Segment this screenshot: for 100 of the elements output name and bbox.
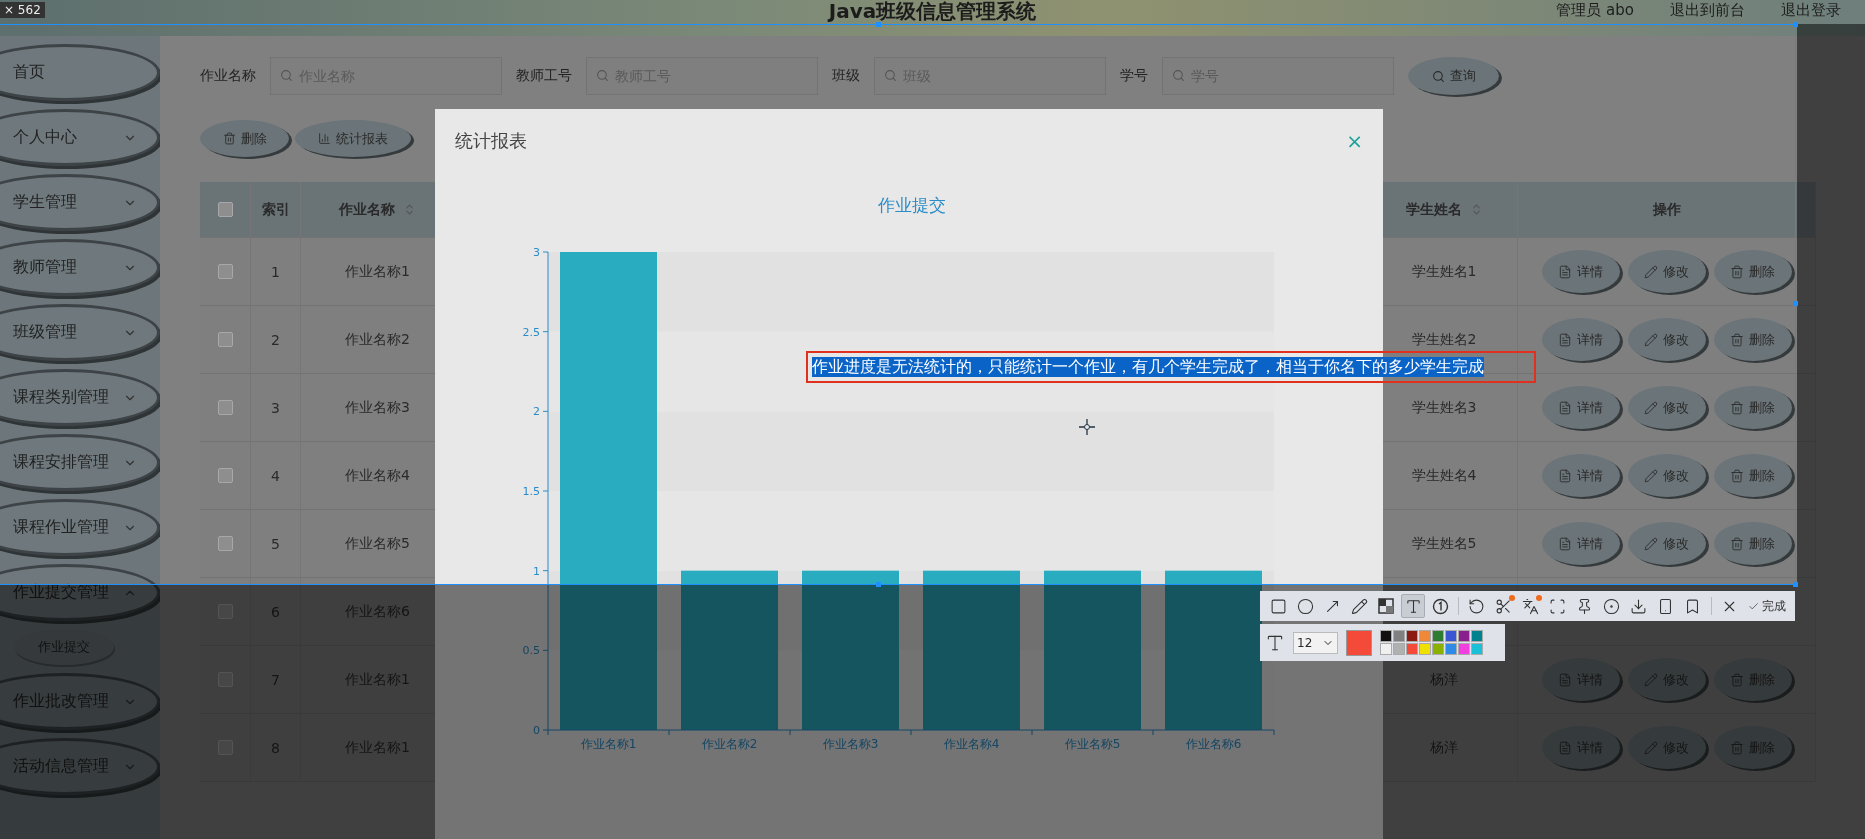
- delete-button[interactable]: 删除: [1713, 522, 1792, 565]
- detail-button[interactable]: 详情: [1541, 250, 1620, 293]
- header-link[interactable]: 退出登录: [1781, 0, 1841, 20]
- category-label: 作业名称3: [822, 737, 879, 751]
- detail-button[interactable]: 详情: [1541, 318, 1620, 361]
- edit-icon: [1644, 264, 1658, 279]
- color-swatch[interactable]: [1458, 643, 1470, 655]
- row-checkbox[interactable]: [217, 468, 233, 483]
- tick-label: 1.5: [522, 485, 540, 498]
- delete-icon: [1730, 536, 1744, 551]
- resize-handle[interactable]: [1793, 22, 1798, 27]
- text-icon: [1404, 597, 1422, 615]
- edit-button[interactable]: 修改: [1627, 454, 1706, 497]
- color-swatch[interactable]: [1419, 630, 1431, 642]
- current-color-swatch[interactable]: [1346, 629, 1372, 656]
- color-swatch[interactable]: [1471, 643, 1483, 655]
- detail-button[interactable]: 详情: [1541, 522, 1620, 565]
- table-cell: 1: [271, 263, 280, 280]
- done-button[interactable]: 完成: [1744, 594, 1789, 618]
- column-header: 作业名称: [339, 200, 395, 219]
- resize-handle[interactable]: [1793, 301, 1798, 306]
- search-icon: [280, 69, 293, 82]
- filter-label: 学号: [1120, 67, 1148, 85]
- table-cell: 学生姓名4: [1411, 466, 1477, 485]
- sidebar-item[interactable]: 个人中心: [0, 109, 160, 166]
- sidebar-item[interactable]: 班级管理: [0, 304, 160, 361]
- report-button[interactable]: 统计报表: [295, 120, 411, 157]
- table-cell: 3: [271, 399, 280, 416]
- sidebar-item[interactable]: 学生管理: [0, 174, 160, 231]
- row-checkbox[interactable]: [217, 400, 233, 415]
- font-size-select[interactable]: 12: [1293, 631, 1338, 654]
- sidebar-item[interactable]: 首页: [0, 44, 160, 101]
- sidebar-item[interactable]: 课程作业管理: [0, 499, 160, 556]
- tick-label: 2.5: [522, 325, 540, 339]
- delete-icon: [1730, 264, 1744, 279]
- row-checkbox[interactable]: [217, 332, 233, 347]
- record-icon: [1603, 597, 1621, 615]
- header-link[interactable]: 管理员 abo: [1556, 0, 1634, 20]
- edit-icon: [1644, 740, 1658, 755]
- row-checkbox[interactable]: [217, 536, 233, 551]
- detail-button[interactable]: 详情: [1541, 386, 1620, 429]
- notification-dot: [1535, 595, 1542, 601]
- column-header: 索引: [261, 200, 290, 219]
- crosshair-cursor-icon: [1079, 419, 1095, 435]
- row-checkbox[interactable]: [217, 264, 233, 279]
- color-swatch[interactable]: [1445, 630, 1457, 642]
- detail-icon: [1558, 332, 1572, 347]
- color-swatch[interactable]: [1432, 630, 1444, 642]
- delete-button[interactable]: 删除: [1713, 454, 1792, 497]
- toolbar-button[interactable]: [1401, 594, 1425, 618]
- detail-button[interactable]: 详情: [1541, 454, 1620, 497]
- table-cell: 5: [271, 535, 280, 552]
- delete-icon: [1730, 468, 1744, 483]
- chart-title: 作业提交: [878, 195, 946, 215]
- select-all-checkbox[interactable]: [217, 202, 233, 217]
- tick-label: 0.5: [522, 644, 540, 658]
- color-swatch[interactable]: [1432, 643, 1444, 655]
- sidebar-item[interactable]: 课程类别管理: [0, 369, 160, 426]
- header-link[interactable]: 退出到前台: [1670, 0, 1745, 20]
- sidebar-item[interactable]: 课程安排管理: [0, 434, 160, 491]
- detail-icon: [1558, 672, 1572, 687]
- color-swatch[interactable]: [1458, 630, 1470, 642]
- color-swatch[interactable]: [1393, 643, 1405, 655]
- report-icon: [318, 132, 331, 145]
- table-cell: 学生姓名1: [1411, 262, 1477, 281]
- column-header: 操作: [1652, 200, 1681, 219]
- column-header: 学生姓名: [1405, 200, 1462, 219]
- color-swatch[interactable]: [1380, 630, 1392, 642]
- color-swatch[interactable]: [1406, 643, 1418, 655]
- table-cell: 作业名称3: [345, 398, 410, 417]
- color-swatch[interactable]: [1419, 643, 1431, 655]
- edit-button[interactable]: 修改: [1627, 522, 1706, 565]
- resize-handle[interactable]: [876, 22, 881, 27]
- delete-button[interactable]: 删除: [1713, 386, 1792, 429]
- text-annotation[interactable]: 作业进度是无法统计的，只能统计一个作业，有几个学生完成了，相当于你名下的多少学生完成: [806, 351, 1536, 383]
- tick-label: 3: [533, 246, 540, 259]
- edit-button[interactable]: 修改: [1627, 318, 1706, 361]
- edit-icon: [1644, 672, 1658, 687]
- edit-button[interactable]: 修改: [1627, 250, 1706, 293]
- sidebar-item[interactable]: 教师管理: [0, 239, 160, 296]
- edit-button[interactable]: 修改: [1627, 386, 1706, 429]
- category-label: 作业名称2: [701, 737, 758, 751]
- table-cell: 学生姓名5: [1411, 534, 1477, 553]
- pencil-icon: [1350, 597, 1368, 615]
- sort-icon[interactable]: [403, 203, 416, 216]
- resize-handle[interactable]: [876, 582, 881, 587]
- resize-handle[interactable]: [1793, 582, 1798, 587]
- color-swatch[interactable]: [1380, 643, 1392, 655]
- delete-button[interactable]: 删除: [200, 120, 289, 157]
- close-button[interactable]: ×: [1346, 129, 1363, 153]
- table-cell: 2: [271, 331, 280, 348]
- color-swatch[interactable]: [1471, 630, 1483, 642]
- rectangle-icon: [1269, 597, 1287, 615]
- search-button[interactable]: 查询: [1408, 57, 1499, 95]
- color-swatch[interactable]: [1406, 630, 1418, 642]
- delete-button[interactable]: 删除: [1713, 318, 1792, 361]
- color-swatch[interactable]: [1445, 643, 1457, 655]
- detail-icon: [1558, 740, 1572, 755]
- delete-button[interactable]: 删除: [1713, 250, 1792, 293]
- color-swatch[interactable]: [1393, 630, 1405, 642]
